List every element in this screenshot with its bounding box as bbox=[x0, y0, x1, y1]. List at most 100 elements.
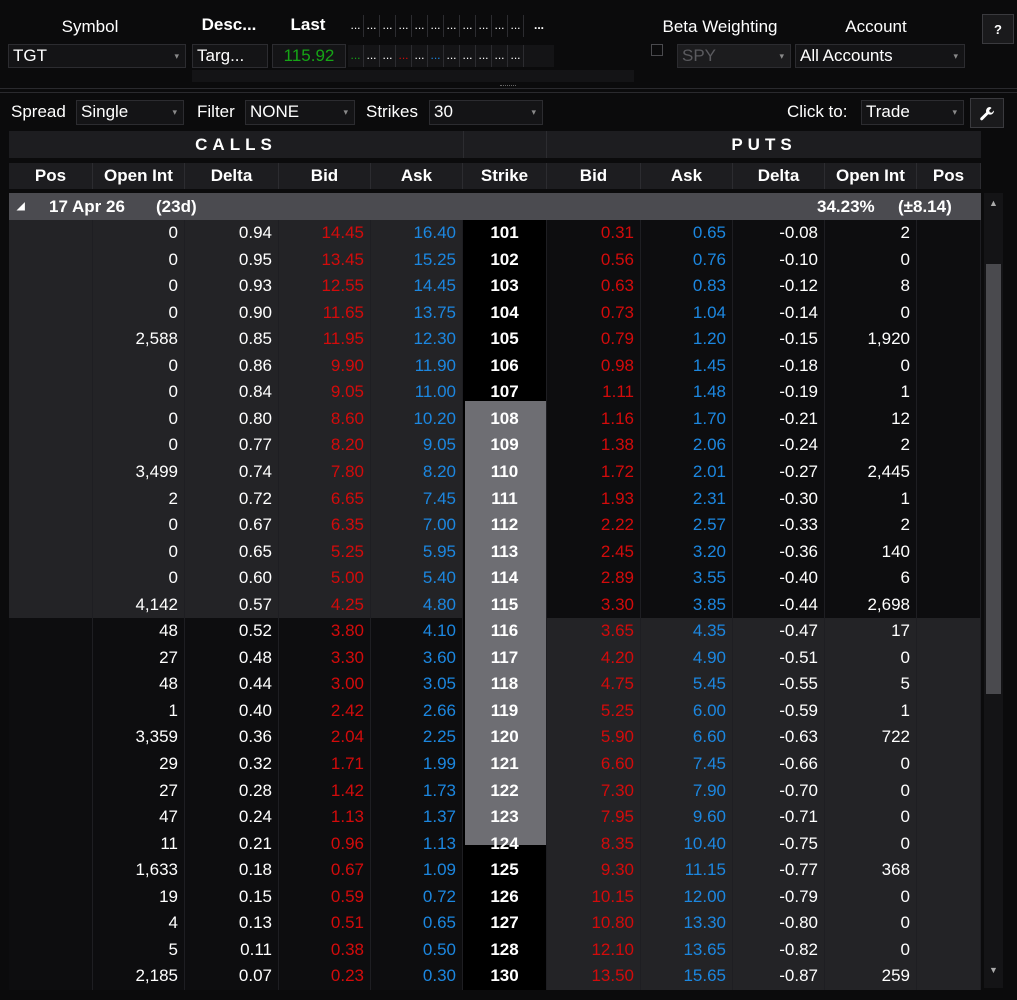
table-row[interactable]: 5 0.11 0.38 0.50 128 12.10 13.65 -0.82 0 bbox=[9, 936, 981, 964]
cell-puts-ask[interactable]: 15.65 bbox=[641, 963, 733, 990]
column-header-calls-delta[interactable]: Delta bbox=[185, 163, 279, 189]
table-row[interactable]: 0 0.86 9.90 11.90 106 0.98 1.45 -0.18 0 bbox=[9, 352, 981, 380]
column-header-puts-delta[interactable]: Delta bbox=[733, 163, 825, 189]
cell-calls-ask[interactable]: 2.66 bbox=[371, 697, 463, 725]
cell-calls-ask[interactable]: 1.73 bbox=[371, 777, 463, 805]
cell-calls-bid[interactable]: 13.45 bbox=[279, 246, 371, 274]
symbol-field[interactable]: TGT ▾ bbox=[8, 44, 186, 68]
cell-calls-bid[interactable]: 12.55 bbox=[279, 273, 371, 300]
cell-calls-bid[interactable]: 8.60 bbox=[279, 405, 371, 433]
cell-puts-ask[interactable]: 1.45 bbox=[641, 352, 733, 380]
cell-calls-ask[interactable]: 9.05 bbox=[371, 432, 463, 459]
cell-puts-ask[interactable]: 2.06 bbox=[641, 432, 733, 459]
cell-calls-ask[interactable]: 7.45 bbox=[371, 485, 463, 513]
table-row[interactable]: 0 0.84 9.05 11.00 107 1.11 1.48 -0.19 1 bbox=[9, 379, 981, 406]
cell-puts-ask[interactable]: 3.20 bbox=[641, 538, 733, 566]
cell-puts-ask[interactable]: 6.60 bbox=[641, 724, 733, 752]
cell-puts-bid[interactable]: 1.16 bbox=[547, 405, 641, 433]
cell-calls-bid[interactable]: 4.25 bbox=[279, 591, 371, 619]
cell-puts-ask[interactable]: 12.00 bbox=[641, 883, 733, 911]
cell-calls-ask[interactable]: 4.80 bbox=[371, 591, 463, 619]
cell-puts-ask[interactable]: 7.45 bbox=[641, 751, 733, 778]
cell-calls-bid[interactable]: 6.65 bbox=[279, 485, 371, 513]
cell-puts-bid[interactable]: 1.38 bbox=[547, 432, 641, 459]
cell-calls-ask[interactable]: 7.00 bbox=[371, 512, 463, 539]
cell-puts-ask[interactable]: 10.40 bbox=[641, 830, 733, 858]
cell-calls-bid[interactable]: 2.42 bbox=[279, 697, 371, 725]
cell-puts-ask[interactable]: 3.85 bbox=[641, 591, 733, 619]
cell-puts-bid[interactable]: 0.79 bbox=[547, 326, 641, 353]
cell-calls-ask[interactable]: 0.72 bbox=[371, 883, 463, 911]
cell-puts-ask[interactable]: 7.90 bbox=[641, 777, 733, 805]
table-row[interactable]: 48 0.44 3.00 3.05 118 4.75 5.45 -0.55 5 bbox=[9, 671, 981, 698]
cell-puts-ask[interactable]: 11.15 bbox=[641, 857, 733, 884]
table-row[interactable]: 0 0.94 14.45 16.40 101 0.31 0.65 -0.08 2 bbox=[9, 220, 981, 247]
cell-puts-ask[interactable]: 1.04 bbox=[641, 299, 733, 327]
cell-calls-bid[interactable]: 0.23 bbox=[279, 963, 371, 990]
cell-puts-ask[interactable]: 0.76 bbox=[641, 246, 733, 274]
cell-puts-ask[interactable]: 4.35 bbox=[641, 618, 733, 645]
cell-puts-ask[interactable]: 13.65 bbox=[641, 936, 733, 964]
cell-puts-bid[interactable]: 10.15 bbox=[547, 883, 641, 911]
cell-calls-bid[interactable]: 0.59 bbox=[279, 883, 371, 911]
cell-puts-ask[interactable]: 1.70 bbox=[641, 405, 733, 433]
cell-calls-ask[interactable]: 10.20 bbox=[371, 405, 463, 433]
cell-calls-bid[interactable]: 9.90 bbox=[279, 352, 371, 380]
cell-puts-bid[interactable]: 12.10 bbox=[547, 936, 641, 964]
table-row[interactable]: 11 0.21 0.96 1.13 124 8.35 10.40 -0.75 0 bbox=[9, 830, 981, 858]
click-to-select[interactable]: Trade ▾ bbox=[861, 100, 964, 125]
column-header-calls-ask[interactable]: Ask bbox=[371, 163, 463, 189]
cell-calls-ask[interactable]: 4.10 bbox=[371, 618, 463, 645]
cell-puts-bid[interactable]: 3.65 bbox=[547, 618, 641, 645]
scroll-up-icon[interactable]: ▲ bbox=[986, 198, 1001, 208]
cell-calls-bid[interactable]: 0.38 bbox=[279, 936, 371, 964]
cell-calls-ask[interactable]: 1.37 bbox=[371, 804, 463, 831]
table-row[interactable]: 0 0.65 5.25 5.95 113 2.45 3.20 -0.36 140 bbox=[9, 538, 981, 566]
cell-puts-bid[interactable]: 5.25 bbox=[547, 697, 641, 725]
beta-checkbox[interactable] bbox=[651, 44, 663, 56]
cell-calls-ask[interactable]: 14.45 bbox=[371, 273, 463, 300]
cell-calls-bid[interactable]: 11.65 bbox=[279, 299, 371, 327]
expiry-row[interactable]: ◢ 17 Apr 26 (23d) 34.23% (±8.14) bbox=[9, 193, 981, 220]
cell-puts-ask[interactable]: 3.55 bbox=[641, 565, 733, 592]
column-header-puts-ask[interactable]: Ask bbox=[641, 163, 733, 189]
cell-puts-bid[interactable]: 2.22 bbox=[547, 512, 641, 539]
cell-puts-ask[interactable]: 13.30 bbox=[641, 910, 733, 937]
column-header-calls-open-int[interactable]: Open Int bbox=[93, 163, 185, 189]
cell-calls-bid[interactable]: 8.20 bbox=[279, 432, 371, 459]
cell-calls-ask[interactable]: 1.09 bbox=[371, 857, 463, 884]
cell-calls-ask[interactable]: 2.25 bbox=[371, 724, 463, 752]
table-row[interactable]: 2,588 0.85 11.95 12.30 105 0.79 1.20 -0.15 1,920 bbox=[9, 326, 981, 353]
column-header-strike[interactable]: Strike bbox=[463, 163, 547, 189]
cell-calls-bid[interactable]: 5.25 bbox=[279, 538, 371, 566]
account-field[interactable]: All Accounts ▾ bbox=[795, 44, 965, 68]
cell-calls-bid[interactable]: 2.04 bbox=[279, 724, 371, 752]
cell-calls-bid[interactable]: 6.35 bbox=[279, 512, 371, 539]
beta-symbol-field[interactable]: SPY ▾ bbox=[677, 44, 791, 68]
cell-puts-bid[interactable]: 0.63 bbox=[547, 273, 641, 300]
cell-puts-bid[interactable]: 1.72 bbox=[547, 458, 641, 486]
cell-puts-bid[interactable]: 1.11 bbox=[547, 379, 641, 406]
cell-puts-ask[interactable]: 2.31 bbox=[641, 485, 733, 513]
table-row[interactable]: 0 0.77 8.20 9.05 109 1.38 2.06 -0.24 2 bbox=[9, 432, 981, 459]
table-row[interactable]: 1,633 0.18 0.67 1.09 125 9.30 11.15 -0.77 368 bbox=[9, 857, 981, 884]
cell-calls-ask[interactable]: 3.60 bbox=[371, 644, 463, 672]
column-header-puts-open-int[interactable]: Open Int bbox=[825, 163, 917, 189]
cell-puts-bid[interactable]: 1.93 bbox=[547, 485, 641, 513]
cell-calls-ask[interactable]: 15.25 bbox=[371, 246, 463, 274]
cell-calls-ask[interactable]: 13.75 bbox=[371, 299, 463, 327]
filter-select[interactable]: NONE ▾ bbox=[245, 100, 355, 125]
cell-calls-ask[interactable]: 8.20 bbox=[371, 458, 463, 486]
cell-puts-bid[interactable]: 6.60 bbox=[547, 751, 641, 778]
cell-calls-bid[interactable]: 0.96 bbox=[279, 830, 371, 858]
cell-calls-ask[interactable]: 11.90 bbox=[371, 352, 463, 380]
column-header-puts-bid[interactable]: Bid bbox=[547, 163, 641, 189]
column-header-calls-bid[interactable]: Bid bbox=[279, 163, 371, 189]
cell-calls-bid[interactable]: 1.42 bbox=[279, 777, 371, 805]
cell-puts-bid[interactable]: 0.31 bbox=[547, 220, 641, 247]
cell-puts-bid[interactable]: 0.73 bbox=[547, 299, 641, 327]
collapse-triangle-icon[interactable]: ◢ bbox=[17, 193, 25, 220]
column-header-calls-pos[interactable]: Pos bbox=[9, 163, 93, 189]
table-row[interactable]: 47 0.24 1.13 1.37 123 7.95 9.60 -0.71 0 bbox=[9, 804, 981, 831]
cell-calls-bid[interactable]: 5.00 bbox=[279, 565, 371, 592]
